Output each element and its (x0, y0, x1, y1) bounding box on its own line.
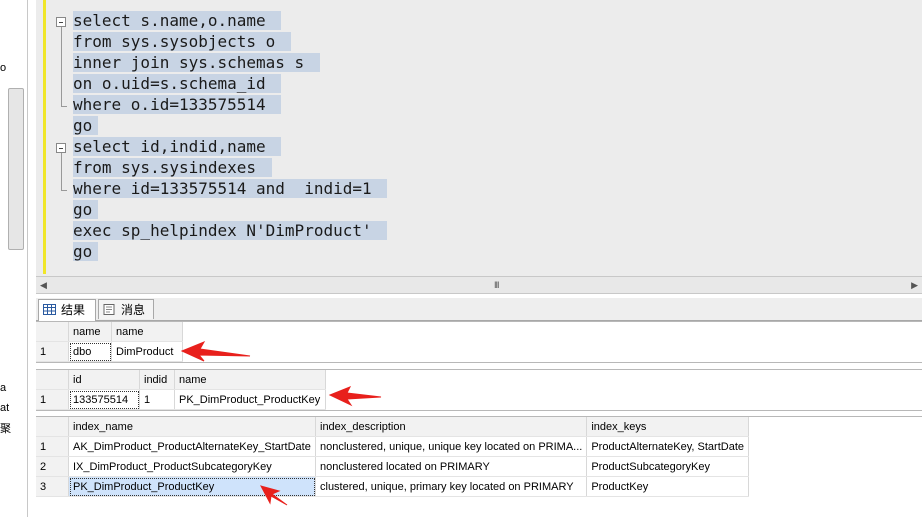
annotation-arrow-2 (328, 386, 382, 407)
annotation-arrow-1 (180, 340, 251, 362)
annotation-arrow-3 (260, 485, 288, 506)
annotation-arrows (180, 340, 382, 506)
